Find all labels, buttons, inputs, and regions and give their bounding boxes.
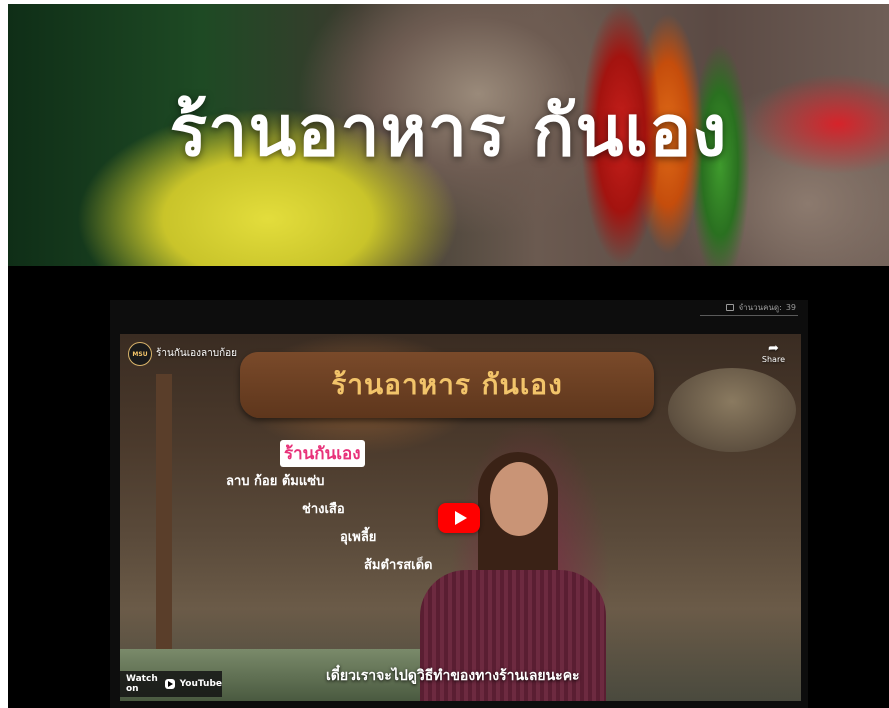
watch-on-youtube-button[interactable]: Watch on YouTube [120, 671, 222, 697]
viewer-count-label: จำนวนคนดู: [738, 303, 782, 312]
youtube-label: YouTube [179, 679, 222, 689]
presenter-face [490, 462, 548, 536]
share-label: Share [761, 355, 785, 364]
youtube-video-player[interactable]: ร้านอาหาร กันเอง ร้านกันเอง ลาบ ก้อย ต้ม… [120, 334, 801, 701]
channel-logo[interactable]: MSU [128, 342, 152, 366]
video-title[interactable]: ร้านกันเองลาบก้อย [156, 346, 237, 361]
viewer-count-value: 39 [785, 303, 796, 312]
play-icon [454, 511, 467, 525]
youtube-logo-icon [164, 679, 175, 689]
share-icon: ➦ [768, 341, 779, 356]
menu-board-line: ลาบ ก้อย ต้มแซ่บ [226, 474, 325, 489]
menu-board-line: อุเพลี้ย [340, 530, 377, 545]
video-scene-menu-board: ร้านกันเอง ลาบ ก้อย ต้มแซ่บ ช่างเสือ อุเ… [204, 440, 433, 600]
viewer-counter: จำนวนคนดู: 39 [700, 300, 798, 316]
watch-on-label: Watch on [126, 674, 158, 694]
video-panel: จำนวนคนดู: 39 ร้านอาหาร กันเอง ร้านกันเอ… [110, 300, 808, 708]
video-scene-presenter [420, 452, 606, 701]
video-scene-hive [668, 368, 796, 452]
menu-board-line: ช่างเสือ [302, 502, 345, 517]
video-scene-sign: ร้านอาหาร กันเอง [240, 352, 654, 418]
share-button[interactable]: ➦ Share [762, 342, 785, 364]
restaurant-title: ร้านอาหาร กันเอง [169, 90, 728, 172]
hero-banner: ร้านอาหาร กันเอง [8, 4, 889, 266]
video-section: จำนวนคนดู: 39 ร้านอาหาร กันเอง ร้านกันเอ… [8, 266, 889, 708]
video-caption: เดี๋ยวเราจะไปดูวิธีทำของทางร้านเลยนะคะ [326, 668, 580, 684]
play-button[interactable] [438, 503, 480, 533]
viewer-icon [726, 304, 735, 311]
menu-board-title: ร้านกันเอง [280, 440, 365, 467]
